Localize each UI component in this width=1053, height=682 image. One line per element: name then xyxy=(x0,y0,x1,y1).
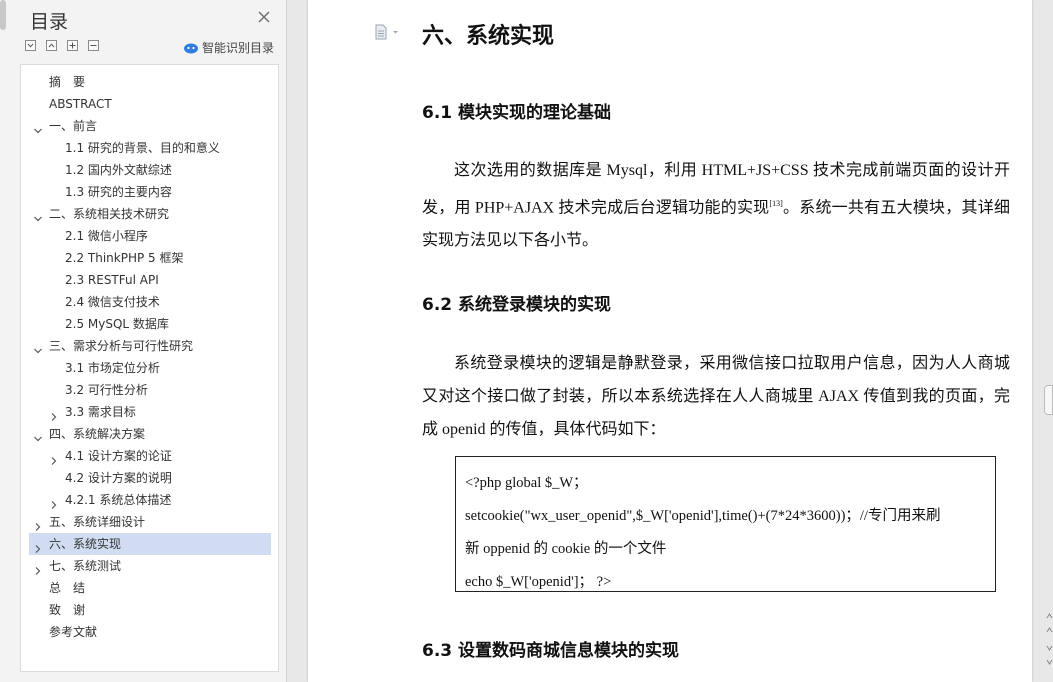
chevron-right-icon[interactable] xyxy=(49,451,59,465)
toc-item-label: 1.3 研究的主要内容 xyxy=(65,185,172,199)
toc-item[interactable]: 1.2 国内外文献综述 xyxy=(29,159,271,181)
chevron-right-icon[interactable] xyxy=(49,407,59,421)
toc-item-label: 参考文献 xyxy=(49,625,98,639)
toc-toolbar xyxy=(25,40,109,54)
toc-item[interactable]: 四、系统解决方案 xyxy=(29,423,271,445)
toc-item-label: 四、系统解决方案 xyxy=(49,427,146,441)
cloud-icon xyxy=(183,41,199,57)
toc-item[interactable]: 参考文献 xyxy=(29,621,271,643)
toc-title: 目录 xyxy=(30,11,69,33)
toc-item-label: 总 结 xyxy=(49,581,86,595)
section-heading-6-2: 6.2 系统登录模块的实现 xyxy=(422,295,612,315)
toc-item-label: ABSTRACT xyxy=(49,97,112,111)
toc-item[interactable]: 2.5 MySQL 数据库 xyxy=(29,313,271,335)
toc-item-label: 五、系统详细设计 xyxy=(49,515,146,529)
collapse-all-icon[interactable] xyxy=(46,40,57,51)
chevron-down-icon[interactable] xyxy=(33,341,43,354)
toc-item-label: 摘 要 xyxy=(49,75,86,89)
toc-item-label: 2.3 RESTFul API xyxy=(65,273,159,287)
toc-item[interactable]: 3.1 市场定位分析 xyxy=(29,357,271,379)
toc-item-label: 1.2 国内外文献综述 xyxy=(65,163,172,177)
chevron-right-icon[interactable] xyxy=(33,539,43,553)
toc-item-label: 2.5 MySQL 数据库 xyxy=(65,317,169,331)
expand-all-icon[interactable] xyxy=(25,40,36,51)
toc-item[interactable]: 2.3 RESTFul API xyxy=(29,269,271,291)
chevron-right-icon[interactable] xyxy=(33,517,43,531)
toc-item[interactable]: 4.2.1 系统总体描述 xyxy=(29,489,271,511)
section-heading-6-1: 6.1 模块实现的理论基础 xyxy=(422,103,612,123)
toc-item[interactable]: 3.3 需求目标 xyxy=(29,401,271,423)
minus-icon[interactable] xyxy=(88,40,99,51)
code-line: echo $_W['openid']； ?> xyxy=(465,574,612,590)
toc-item-label: 4.2 设计方案的说明 xyxy=(65,471,172,485)
toc-item-label: 六、系统实现 xyxy=(49,537,122,551)
toc-item-label: 一、前言 xyxy=(49,119,98,133)
toc-list: 摘 要 ABSTRACT 一、前言 1.1 研究的背景、目的和意义 1.2 国内外文献综… xyxy=(29,71,271,643)
close-icon[interactable] xyxy=(256,9,272,25)
page-zoom-controls[interactable] xyxy=(1046,610,1053,675)
toc-item-label: 致 谢 xyxy=(49,603,86,617)
chevron-down-icon[interactable] xyxy=(33,429,43,442)
chevron-right-icon[interactable] xyxy=(49,495,59,509)
toc-item[interactable]: 三、需求分析与可行性研究 xyxy=(29,335,271,357)
toc-item[interactable]: 1.3 研究的主要内容 xyxy=(29,181,271,203)
toc-item[interactable]: 总 结 xyxy=(29,577,271,599)
toc-item-label: 4.1 设计方案的论证 xyxy=(65,449,172,463)
toc-panel: 目录 智能识别目录 摘 要 ABSTRACT 一、前言 1.1 研究的背景、目的和意义… xyxy=(0,0,287,682)
toc-item-label: 1.1 研究的背景、目的和意义 xyxy=(65,141,220,155)
toc-item-label: 3.3 需求目标 xyxy=(65,405,136,419)
toc-item[interactable]: 2.4 微信支付技术 xyxy=(29,291,271,313)
document-area: 六、系统实现 6.1 模块实现的理论基础 这次选用的数据库是 Mysql，利用 … xyxy=(288,0,1053,682)
section-heading-6-3: 6.3 设置数码商城信息模块的实现 xyxy=(422,641,680,661)
toc-item[interactable]: 七、系统测试 xyxy=(29,555,271,577)
toc-item-label: 2.1 微信小程序 xyxy=(65,229,148,243)
toc-item-label: 3.2 可行性分析 xyxy=(65,383,148,397)
side-panel-handle[interactable] xyxy=(1044,385,1053,415)
smart-toc-button[interactable]: 智能识别目录 xyxy=(183,39,274,57)
code-line: 新 oppenid 的 cookie 的一个文件 xyxy=(465,541,667,557)
code-line: setcookie("wx_user_openid",$_W['openid']… xyxy=(465,508,941,524)
toc-item[interactable]: 1.1 研究的背景、目的和意义 xyxy=(29,137,271,159)
code-block: <?php global $_W； setcookie("wx_user_ope… xyxy=(455,456,996,592)
toc-item[interactable]: 六、系统实现 xyxy=(29,533,271,555)
toc-item-label: 二、系统相关技术研究 xyxy=(49,207,170,221)
toc-item[interactable]: 二、系统相关技术研究 xyxy=(29,203,271,225)
toc-item[interactable]: 一、前言 xyxy=(29,115,271,137)
toc-item[interactable]: ABSTRACT xyxy=(29,93,271,115)
chevron-right-icon[interactable] xyxy=(33,561,43,575)
toc-tree: 摘 要 ABSTRACT 一、前言 1.1 研究的背景、目的和意义 1.2 国内外文献综… xyxy=(20,64,279,672)
toc-item[interactable]: 4.2 设计方案的说明 xyxy=(29,467,271,489)
toc-item[interactable]: 4.1 设计方案的论证 xyxy=(29,445,271,467)
chevron-down-icon[interactable] xyxy=(33,121,43,134)
toc-item[interactable]: 致 谢 xyxy=(29,599,271,621)
toc-item[interactable]: 2.2 ThinkPHP 5 框架 xyxy=(29,247,271,269)
toc-panel-scrollbar[interactable] xyxy=(0,0,6,30)
code-line: <?php global $_W； xyxy=(465,475,588,491)
page-menu-icon[interactable] xyxy=(374,24,400,45)
citation-ref[interactable]: [13] xyxy=(769,199,782,208)
chevron-down-icon[interactable] xyxy=(33,209,43,222)
paragraph-6-1: 这次选用的数据库是 Mysql，利用 HTML+JS+CSS 技术完成前端页面的… xyxy=(422,154,1010,257)
toc-item[interactable]: 摘 要 xyxy=(29,71,271,93)
toc-item-label: 3.1 市场定位分析 xyxy=(65,361,160,375)
document-page: 六、系统实现 6.1 模块实现的理论基础 这次选用的数据库是 Mysql，利用 … xyxy=(308,0,1032,682)
paragraph-6-2: 系统登录模块的逻辑是静默登录，采用微信接口拉取用户信息，因为人人商城又对这个接口… xyxy=(422,355,1010,438)
plus-icon[interactable] xyxy=(67,40,78,51)
toc-item[interactable]: 2.1 微信小程序 xyxy=(29,225,271,247)
toc-item[interactable]: 五、系统详细设计 xyxy=(29,511,271,533)
chapter-heading: 六、系统实现 xyxy=(422,24,555,49)
toc-item-label: 2.4 微信支付技术 xyxy=(65,295,160,309)
toc-item-label: 2.2 ThinkPHP 5 框架 xyxy=(65,251,184,265)
toc-item-label: 七、系统测试 xyxy=(49,559,122,573)
smart-toc-label: 智能识别目录 xyxy=(202,41,275,55)
toc-item-label: 三、需求分析与可行性研究 xyxy=(49,339,194,353)
toc-item[interactable]: 3.2 可行性分析 xyxy=(29,379,271,401)
toc-item-label: 4.2.1 系统总体描述 xyxy=(65,493,172,507)
